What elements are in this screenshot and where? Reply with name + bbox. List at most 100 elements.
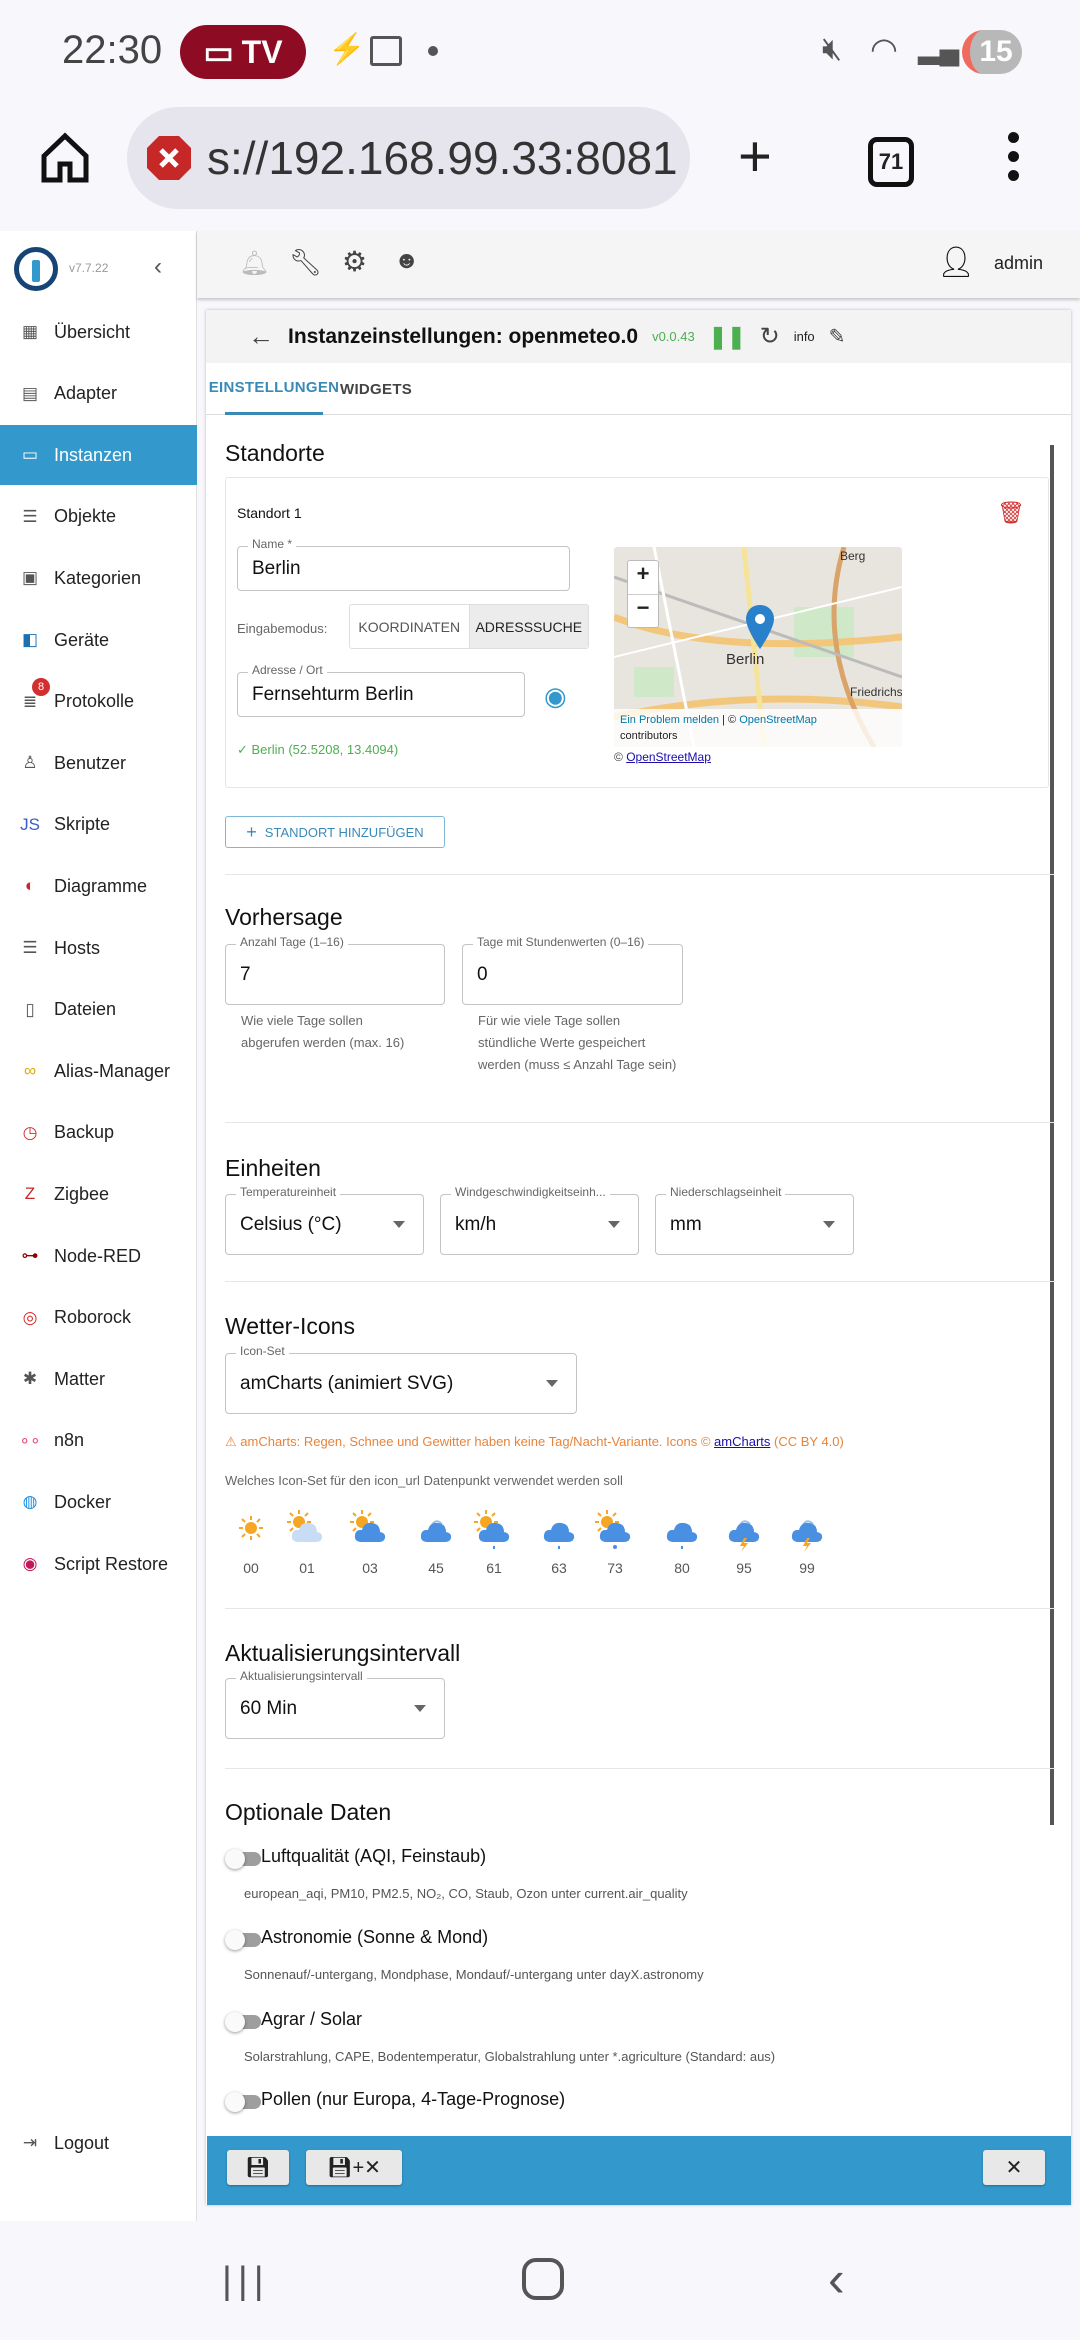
mode-adresssuche[interactable]: ADRESSSUCHE — [468, 605, 588, 648]
sidebar-item-protokolle[interactable]: ≣ 8 Protokolle — [0, 672, 197, 732]
zoom-out-button[interactable]: − — [628, 595, 658, 628]
section-optionale-daten: Optionale Daten — [225, 1799, 392, 1825]
weather-code-label: 80 — [674, 1560, 690, 1576]
sidebar-item-n8n[interactable]: ∘∘ n8n — [0, 1411, 197, 1471]
user-name[interactable]: admin — [994, 253, 1043, 274]
mode-koordinaten[interactable]: KOORDINATEN — [350, 605, 469, 648]
sidebar-item-zigbee[interactable]: Z Zigbee — [0, 1164, 197, 1224]
wrench-icon[interactable]: 🔧︎ — [289, 247, 322, 278]
logout-button[interactable]: ⇥ Logout — [0, 2113, 197, 2173]
javascript-icon: JS — [20, 814, 40, 834]
url-bar[interactable]: s://192.168.99.33:8081 — [127, 107, 690, 209]
toggle-switch[interactable] — [225, 1849, 261, 1869]
icon-set-select[interactable]: Icon-Set amCharts (animiert SVG) — [225, 1344, 577, 1414]
tab-switcher-button[interactable]: 71 — [868, 137, 914, 187]
icon-set-help: Welches Icon-Set für den icon_url Datenp… — [225, 1473, 623, 1488]
reload-button[interactable]: ↻ — [760, 322, 780, 351]
delete-icon[interactable]: 🗑︎ — [997, 500, 1025, 526]
wind-unit-select[interactable]: Windgeschwindigkeitseinh... km/h — [440, 1185, 639, 1255]
toggle-description: Sonnenauf/-untergang, Mondphase, Mondauf… — [244, 1967, 704, 1982]
osm-link[interactable]: OpenStreetMap — [739, 714, 817, 726]
edit-icon[interactable]: ✎ — [829, 324, 846, 349]
status-bar: 22:30 ▭ TV ⚡ 🔇︎ ◠ ▂▄ 15 — [0, 0, 1080, 105]
toggle-label[interactable]: Pollen (nur Europa, 4-Tage-Prognose) — [261, 2089, 565, 2110]
clock: 22:30 — [62, 28, 163, 72]
info-button[interactable]: info — [794, 329, 815, 344]
tab-widgets[interactable]: WIDGETS — [340, 363, 412, 415]
sidebar-item-adapter[interactable]: ▤ Adapter — [0, 364, 197, 424]
user-avatar-icon[interactable]: 👤︎ — [937, 245, 975, 280]
sidebar-item-diagramme[interactable]: ◐ Diagramme — [0, 856, 197, 916]
weather-sun-icon — [229, 1508, 273, 1557]
new-tab-button[interactable]: + — [738, 128, 772, 186]
sidebar-item-benutzer[interactable]: ♙ Benutzer — [0, 733, 197, 793]
report-problem-link[interactable]: Ein Problem melden — [620, 714, 719, 726]
expert-mode-icon[interactable]: ☻ — [394, 247, 419, 275]
toggle-label[interactable]: Astronomie (Sonne & Mond) — [261, 1927, 488, 1948]
hourly-days-field[interactable]: Tage mit Stundenwerten (0–16) 0 — [462, 935, 683, 1005]
toggle-label[interactable]: Agrar / Solar — [261, 2009, 362, 2030]
sidebar-item-hosts[interactable]: ☰ Hosts — [0, 918, 197, 978]
url-text: s://192.168.99.33:8081 — [207, 132, 678, 184]
tab-einstellungen[interactable]: EINSTELLUNGEN — [209, 363, 339, 415]
weather-fog-cloud-icon — [414, 1508, 458, 1559]
sidebar-item-script-restore[interactable]: ◉ Script Restore — [0, 1534, 197, 1594]
update-interval-select[interactable]: Aktualisierungsintervall 60 Min — [225, 1669, 445, 1739]
close-button[interactable]: ✕ — [983, 2150, 1045, 2185]
map[interactable]: Berlin Berg Friedrichs + − Ein Problem m… — [614, 547, 902, 747]
toggle-label[interactable]: Luftqualität (AQI, Feinstaub) — [261, 1846, 486, 1867]
home-button[interactable] — [40, 132, 90, 189]
collapse-sidebar-button[interactable]: ‹ — [154, 253, 162, 281]
pause-button[interactable]: ❚❚ — [709, 324, 746, 350]
name-field[interactable]: Name * Berlin — [237, 537, 570, 591]
notifications-button[interactable]: 🔔︎ — [239, 249, 269, 278]
sidebar-item-ger-te[interactable]: ◧ Geräte — [0, 610, 197, 670]
sidebar-item-skripte[interactable]: JS Skripte — [0, 795, 197, 855]
sidebar-item-label: Benutzer — [54, 752, 127, 773]
amcharts-link[interactable]: amCharts — [714, 1434, 770, 1449]
sidebar-item-dateien[interactable]: ▯ Dateien — [0, 980, 197, 1040]
home-nav-button[interactable] — [522, 2258, 564, 2300]
map-label: Berlin — [726, 651, 765, 668]
wifi-icon: ◠ — [870, 31, 898, 67]
sidebar-item-roborock[interactable]: ◎ Roborock — [0, 1288, 197, 1348]
insecure-icon — [147, 136, 191, 180]
add-location-button[interactable]: + STANDORT HINZUFÜGEN — [225, 816, 445, 848]
zoom-in-button[interactable]: + — [628, 561, 658, 595]
sidebar-item-objekte[interactable]: ☰ Objekte — [0, 487, 197, 547]
save-and-close-button[interactable]: 💾︎+✕ — [306, 2150, 402, 2185]
sidebar-item-instanzen[interactable]: ▭ Instanzen — [0, 425, 197, 486]
flash-icon: ⚡ — [328, 33, 366, 66]
toggle-switch[interactable] — [225, 2012, 261, 2032]
back-nav-button[interactable]: ‹ — [828, 2250, 845, 2308]
toggle-switch[interactable] — [225, 2092, 261, 2112]
sidebar-item-label: n8n — [54, 1430, 85, 1451]
browser-menu-button[interactable] — [1008, 132, 1020, 181]
back-button[interactable]: ← — [248, 321, 274, 352]
sidebar-item--bersicht[interactable]: ▦ Übersicht — [0, 302, 197, 362]
address-field[interactable]: Adresse / Ort Fernsehturm Berlin — [237, 663, 525, 717]
scrollbar[interactable] — [1050, 445, 1054, 1825]
divider — [225, 1768, 1055, 1769]
recent-apps-button[interactable]: ||| — [222, 2260, 270, 2303]
temperature-unit-select[interactable]: Temperatureinheit Celsius (°C) — [225, 1185, 424, 1255]
save-button[interactable]: 💾︎ — [227, 2150, 289, 2185]
sidebar-item-backup[interactable]: ◷ Backup — [0, 1103, 197, 1163]
grid-icon: ▦ — [21, 322, 39, 341]
locate-icon[interactable]: ◉ — [544, 681, 567, 712]
days-field[interactable]: Anzahl Tage (1–16) 7 — [225, 935, 445, 1005]
sidebar-item-alias-manager[interactable]: ∞ Alias-Manager — [0, 1041, 197, 1101]
osm-copyright-link[interactable]: OpenStreetMap — [626, 750, 711, 764]
dropdown-arrow-icon — [414, 1705, 426, 1712]
sidebar-item-docker[interactable]: ◍ Docker — [0, 1472, 197, 1532]
sidebar-item-matter[interactable]: ✱ Matter — [0, 1349, 197, 1409]
sidebar-item-kategorien[interactable]: ▣ Kategorien — [0, 548, 197, 608]
toggle-switch[interactable] — [225, 1930, 261, 1950]
settings-icon[interactable]: ⚙ — [342, 245, 367, 278]
log-count-badge: 8 — [32, 677, 50, 696]
toggle-description: european_aqi, PM10, PM2.5, NO₂, CO, Stau… — [244, 1886, 688, 1901]
divider — [225, 1281, 1055, 1282]
sidebar-item-node-red[interactable]: ⊶ Node-RED — [0, 1226, 197, 1286]
notification-dot-icon — [428, 46, 438, 56]
precipitation-unit-select[interactable]: Niederschlagseinheit mm — [655, 1185, 854, 1255]
